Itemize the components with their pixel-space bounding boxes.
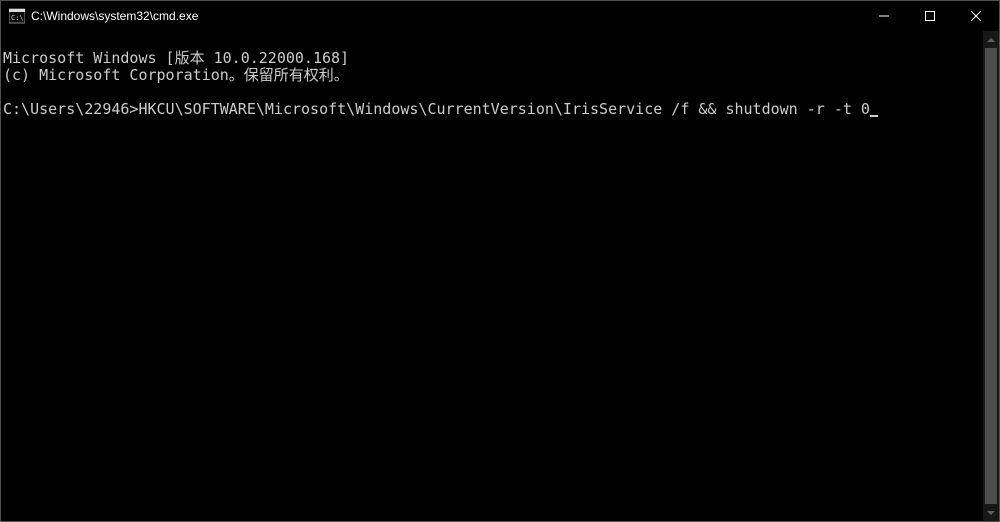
close-icon <box>971 11 981 21</box>
terminal-content: Microsoft Windows [版本 10.0.22000.168](c)… <box>1 31 999 152</box>
output-line: Microsoft Windows [版本 10.0.22000.168] <box>3 50 999 67</box>
window-title: C:\Windows\system32\cmd.exe <box>31 9 861 23</box>
titlebar[interactable]: C:\ C:\Windows\system32\cmd.exe <box>1 1 999 31</box>
blank-line <box>3 84 999 101</box>
prompt: C:\Users\22946> <box>3 100 138 118</box>
minimize-icon <box>879 11 889 21</box>
scrollbar-thumb[interactable] <box>985 48 997 504</box>
scroll-up-arrow-icon[interactable] <box>983 31 999 48</box>
close-button[interactable] <box>953 1 999 31</box>
command-input[interactable]: HKCU\SOFTWARE\Microsoft\Windows\CurrentV… <box>138 100 870 118</box>
cmd-icon: C:\ <box>9 8 25 24</box>
scroll-down-arrow-icon[interactable] <box>983 504 999 521</box>
minimize-button[interactable] <box>861 1 907 31</box>
scrollbar-track[interactable] <box>983 31 999 521</box>
maximize-icon <box>925 11 935 21</box>
window-controls <box>861 1 999 31</box>
cursor <box>870 115 878 117</box>
maximize-button[interactable] <box>907 1 953 31</box>
output-line: (c) Microsoft Corporation。保留所有权利。 <box>3 67 999 84</box>
terminal-body[interactable]: Microsoft Windows [版本 10.0.22000.168](c)… <box>1 31 999 521</box>
cmd-window: C:\ C:\Windows\system32\cmd.exe <box>0 0 1000 522</box>
svg-text:C:\: C:\ <box>11 14 24 22</box>
prompt-line: C:\Users\22946>HKCU\SOFTWARE\Microsoft\W… <box>3 101 999 118</box>
